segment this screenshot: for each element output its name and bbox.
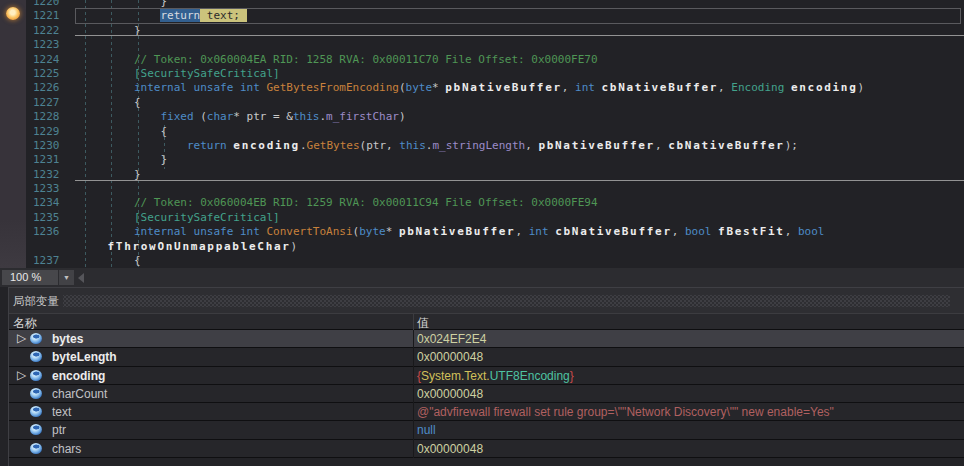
locals-panel: 局部变量 名称 值 ▷ bytes 0x024EF2E4 byteLength 0x00…: [0, 287, 964, 466]
code-line: 1228 fixed (char* ptr = &this.m_firstCha…: [0, 110, 964, 124]
code-line: 1236 internal unsafe int ConvertToAnsi(b…: [0, 225, 964, 239]
column-divider: [413, 367, 414, 385]
field-icon: [30, 443, 42, 454]
locals-grid-header: 名称 值: [9, 313, 964, 330]
field-icon: [30, 333, 42, 344]
field-icon: [30, 370, 42, 381]
column-divider: [413, 421, 414, 439]
code-line: 1225 [SecuritySafeCritical]: [0, 67, 964, 81]
code-line: 1221 return text;: [0, 9, 964, 23]
method-separator: [75, 180, 964, 181]
variable-name: charCount: [52, 387, 107, 401]
locals-row-charCount[interactable]: charCount 0x00000048: [9, 385, 964, 403]
method-separator: [75, 35, 964, 36]
variable-value: null: [417, 423, 436, 437]
variable-name: ptr: [52, 423, 66, 437]
locals-panel-title: 局部变量: [13, 294, 59, 309]
locals-row-chars[interactable]: chars 0x00000048: [9, 440, 964, 458]
column-divider: [413, 348, 414, 366]
variable-name: chars: [52, 442, 81, 456]
locals-panel-titlebar[interactable]: 局部变量: [9, 287, 964, 313]
column-divider: [413, 385, 414, 403]
variable-value: 0x024EF2E4: [417, 332, 486, 346]
locals-rows: ▷ bytes 0x024EF2E4 byteLength 0x00000048 ▷ enc…: [9, 330, 964, 458]
current-statement-icon[interactable]: [6, 7, 20, 20]
code-line: 1224 // Token: 0x060004EA RID: 1258 RVA:…: [0, 53, 964, 67]
editor-bottom-bar: 100 % ▼: [0, 268, 964, 287]
locals-row-encoding[interactable]: ▷ encoding {System.Text.UTF8Encoding}: [9, 367, 964, 385]
column-divider[interactable]: [413, 314, 414, 330]
locals-row-ptr[interactable]: ptr null: [9, 421, 964, 439]
breakpoint-gutter[interactable]: [0, 0, 26, 268]
code-line: 1226 internal unsafe int GetBytesFromEnc…: [0, 81, 964, 95]
code-line: 1229 {: [0, 125, 964, 139]
variable-value: 0x00000048: [417, 442, 483, 456]
code-line: 1231 }: [0, 153, 964, 167]
field-icon: [30, 351, 42, 362]
column-divider: [413, 440, 414, 458]
code-line: 1222 }: [0, 24, 964, 38]
locals-row-bytes[interactable]: ▷ bytes 0x024EF2E4: [9, 330, 964, 348]
expander-icon[interactable]: ▷: [17, 368, 26, 382]
variable-name: bytes: [52, 332, 83, 346]
code-lines: 1220 }1221 return text; 1222 }12231224 /…: [0, 0, 964, 268]
field-icon: [30, 406, 42, 417]
dnspy-debugger-window: 1220 }1221 return text; 1222 }12231224 /…: [0, 0, 964, 466]
variable-name: encoding: [52, 369, 105, 383]
variable-value: 0x00000048: [417, 350, 483, 364]
expander-icon[interactable]: ▷: [17, 331, 26, 345]
code-line: 1234 // Token: 0x060004EB RID: 1259 RVA:…: [0, 196, 964, 210]
hscroll-left-arrow[interactable]: [78, 273, 84, 283]
code-line: 1223: [0, 38, 964, 52]
locals-row-byteLength[interactable]: byteLength 0x00000048: [9, 348, 964, 366]
code-line: 1233: [0, 182, 964, 196]
variable-value: {System.Text.UTF8Encoding}: [417, 369, 574, 383]
field-icon: [30, 388, 42, 399]
code-line: 1230 return encoding.GetBytes(ptr, this.…: [0, 139, 964, 153]
field-icon: [30, 424, 42, 435]
code-editor[interactable]: 1220 }1221 return text; 1222 }12231224 /…: [0, 0, 964, 268]
code-line: 1220 }: [0, 0, 964, 9]
code-line: fThrowOnUnmappableChar): [0, 240, 964, 254]
variable-name: byteLength: [52, 350, 117, 364]
variable-value: 0x00000048: [417, 387, 483, 401]
code-line: 1237 {: [0, 254, 964, 268]
variable-name: text: [52, 405, 71, 419]
zoom-level-combobox[interactable]: 100 %: [2, 270, 58, 285]
column-divider: [413, 403, 414, 421]
locals-row-text[interactable]: text @"advfirewall firewall set rule grou…: [9, 403, 964, 421]
column-divider: [413, 330, 414, 348]
zoom-dropdown-button[interactable]: ▼: [59, 270, 74, 285]
code-line: 1235 [SecuritySafeCritical]: [0, 211, 964, 225]
titlebar-grip-dots: [63, 295, 950, 307]
variable-value: @"advfirewall firewall set rule group=\"…: [417, 405, 834, 419]
code-line: 1227 {: [0, 96, 964, 110]
